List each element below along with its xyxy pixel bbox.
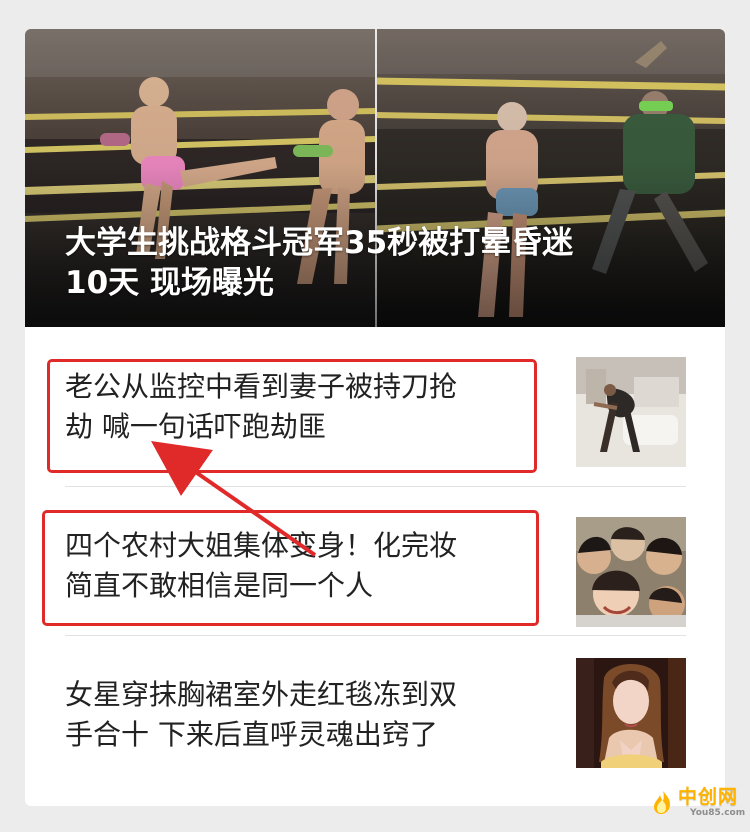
news-item-thumbnail <box>576 658 686 768</box>
headline-article[interactable]: 大学生挑战格斗冠军35秒被打晕昏迷 10天 现场曝光 <box>25 29 725 327</box>
news-list-item[interactable]: 女星穿抹胸裙室外走红毯冻到双 手合十 下来后直呼灵魂出窍了 <box>25 635 725 785</box>
watermark-name: 中创网 <box>678 786 739 808</box>
watermark-logo: 中创网 You85.com <box>650 786 746 822</box>
headline-title: 大学生挑战格斗冠军35秒被打晕昏迷 10天 现场曝光 <box>65 225 574 301</box>
news-item-thumbnail <box>576 517 686 627</box>
annotation-box-second-item <box>42 510 539 626</box>
annotation-box-first-item <box>47 359 537 473</box>
brand-flame-icon <box>654 791 670 814</box>
news-item-thumbnail <box>576 357 686 467</box>
watermark-domain: You85.com <box>690 808 746 818</box>
news-item-title: 女星穿抹胸裙室外走红毯冻到双 手合十 下来后直呼灵魂出窍了 <box>65 678 458 751</box>
